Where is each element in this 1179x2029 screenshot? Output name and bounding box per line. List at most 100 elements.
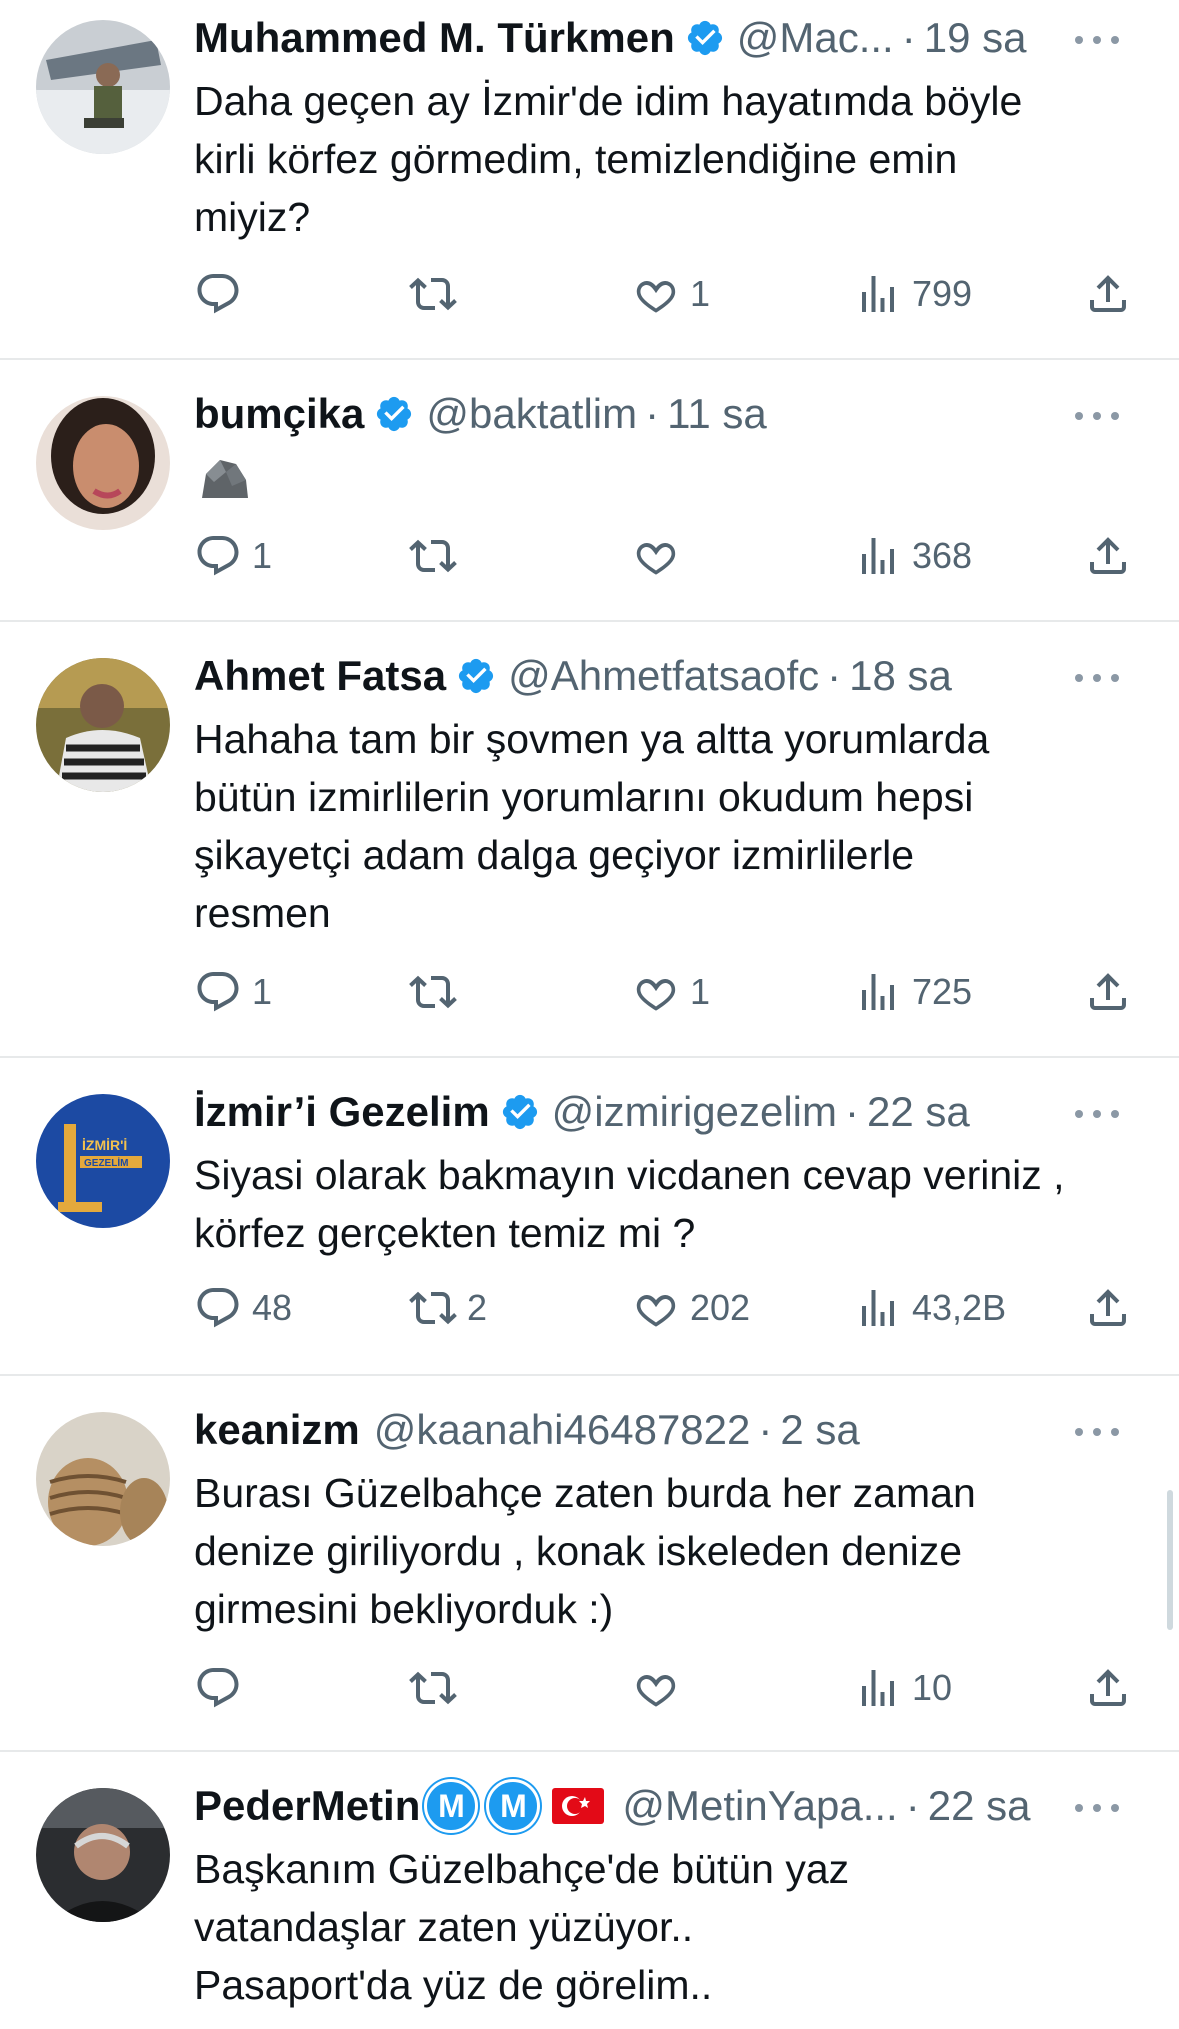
- display-name[interactable]: İzmir’i Gezelim: [194, 1084, 490, 1140]
- like-icon: [636, 1674, 676, 1707]
- timestamp[interactable]: 2 sa: [780, 1402, 859, 1458]
- retweet-button[interactable]: [409, 526, 467, 586]
- share-icon: [1090, 1289, 1126, 1326]
- handle[interactable]: @kaanahi46487822: [374, 1402, 751, 1458]
- timestamp[interactable]: 18 sa: [849, 648, 952, 704]
- views-button[interactable]: 725: [854, 962, 972, 1022]
- reply-icon: [197, 972, 239, 1012]
- more-icon[interactable]: [1075, 1780, 1119, 1836]
- like-button[interactable]: 1: [632, 264, 710, 324]
- avatar[interactable]: İZMİR'İ GEZELİM: [36, 1094, 170, 1228]
- share-button[interactable]: [1084, 1658, 1132, 1718]
- verified-icon: [377, 396, 412, 432]
- timestamp[interactable]: 22 sa: [867, 1084, 970, 1140]
- avatar[interactable]: [36, 658, 170, 792]
- tweet-header: Ahmet Fatsa @Ahmetfatsaofc · 18 sa: [194, 648, 952, 704]
- scrollbar[interactable]: [1167, 1490, 1173, 1630]
- badge-m: M: [486, 1779, 541, 1833]
- more-icon[interactable]: [1075, 1086, 1119, 1142]
- retweet-button[interactable]: [409, 1658, 467, 1718]
- divider: [0, 620, 1179, 622]
- like-icon: [636, 280, 676, 313]
- retweet-icon: [409, 539, 457, 573]
- views-button[interactable]: 799: [854, 264, 972, 324]
- divider: [0, 1374, 1179, 1376]
- retweet-button[interactable]: 2: [409, 1278, 487, 1338]
- verified-icon: [458, 658, 494, 694]
- handle[interactable]: @izmirigezelim: [552, 1084, 837, 1140]
- display-name[interactable]: Muhammed M. Türkmen: [194, 10, 675, 66]
- retweet-button[interactable]: [409, 962, 467, 1022]
- avatar[interactable]: [36, 396, 170, 530]
- tweet-header: keanizm @kaanahi46487822 · 2 sa: [194, 1402, 860, 1458]
- handle[interactable]: @baktatlim: [426, 386, 637, 442]
- reply-icon: [197, 1668, 239, 1708]
- tweet-header: Muhammed M. Türkmen @Mac... · 19 sa: [194, 10, 1026, 66]
- display-name[interactable]: keanizm: [194, 1402, 360, 1458]
- display-name[interactable]: PederMetin: [194, 1778, 420, 1834]
- share-button[interactable]: [1084, 1278, 1132, 1338]
- display-name[interactable]: bumçika: [194, 386, 364, 442]
- turkey-flag-icon: [552, 1788, 605, 1824]
- like-button[interactable]: 1: [632, 962, 710, 1022]
- tweet-text: Başkanım Güzelbahçe'de bütün yaz vatanda…: [194, 1846, 850, 2008]
- badge-m: M: [424, 1779, 479, 1833]
- reply-icon: [197, 536, 239, 576]
- more-icon[interactable]: [1075, 388, 1119, 444]
- views-icon: [862, 1670, 894, 1706]
- avatar-title: İZMİR'İ: [82, 1137, 127, 1153]
- reply-button[interactable]: [194, 264, 252, 324]
- views-icon: [862, 538, 894, 574]
- retweet-button[interactable]: [409, 264, 467, 324]
- handle[interactable]: @Ahmetfatsaofc: [508, 648, 819, 704]
- like-button[interactable]: 202: [632, 1278, 750, 1338]
- share-icon: [1090, 1669, 1126, 1706]
- like-icon: [636, 542, 676, 575]
- tweet-header: bumçika @baktatlim · 11 sa: [194, 386, 767, 442]
- share-button[interactable]: [1084, 264, 1132, 324]
- avatar[interactable]: [36, 1412, 170, 1546]
- reply-icon: [197, 1288, 239, 1328]
- action-bar: 10: [194, 1658, 1144, 1718]
- reply-button[interactable]: 1: [194, 526, 272, 586]
- reply-button[interactable]: [194, 1658, 252, 1718]
- views-icon: [862, 276, 894, 312]
- display-name[interactable]: Ahmet Fatsa: [194, 648, 446, 704]
- action-bar: 1 1 725: [194, 962, 1144, 1022]
- more-icon[interactable]: [1075, 650, 1119, 706]
- handle[interactable]: @MetinYapa...: [622, 1778, 897, 1834]
- separator: ·: [905, 1782, 920, 1829]
- avatar[interactable]: [36, 20, 170, 154]
- timestamp[interactable]: 19 sa: [924, 10, 1027, 66]
- handle[interactable]: @Mac...: [737, 10, 894, 66]
- views-button[interactable]: 368: [854, 526, 972, 586]
- reply-button[interactable]: 48: [194, 1278, 292, 1338]
- more-icon[interactable]: [1075, 12, 1119, 68]
- views-button[interactable]: 10: [854, 1658, 952, 1718]
- timestamp[interactable]: 22 sa: [928, 1778, 1031, 1834]
- like-button[interactable]: [632, 1658, 690, 1718]
- like-button[interactable]: [632, 526, 690, 586]
- views-button[interactable]: 43,2B: [854, 1278, 1006, 1338]
- share-button[interactable]: [1084, 962, 1132, 1022]
- retweet-icon: [409, 975, 457, 1009]
- separator: ·: [645, 390, 660, 437]
- reply-button[interactable]: 1: [194, 962, 272, 1022]
- divider: [0, 1056, 1179, 1058]
- views-icon: [862, 1290, 894, 1326]
- action-bar: 1 368: [194, 526, 1144, 586]
- tweet-header: PederMetin M M @MetinYapa... · 22 sa: [194, 1778, 1030, 1834]
- action-bar: 48 2 202 43,2B: [194, 1278, 1144, 1338]
- timestamp[interactable]: 11 sa: [667, 386, 767, 442]
- avatar-subtitle: GEZELİM: [84, 1156, 128, 1169]
- share-icon: [1090, 275, 1126, 312]
- share-icon: [1090, 537, 1126, 574]
- like-icon: [636, 978, 676, 1011]
- tweet-text: Burası Güzelbahçe zaten burda her zaman …: [194, 1470, 976, 1632]
- separator: ·: [827, 652, 842, 699]
- avatar[interactable]: [36, 1788, 170, 1922]
- verified-icon: [687, 20, 722, 56]
- rock-emoji-icon: [202, 460, 248, 498]
- share-button[interactable]: [1084, 526, 1132, 586]
- more-icon[interactable]: [1075, 1404, 1119, 1460]
